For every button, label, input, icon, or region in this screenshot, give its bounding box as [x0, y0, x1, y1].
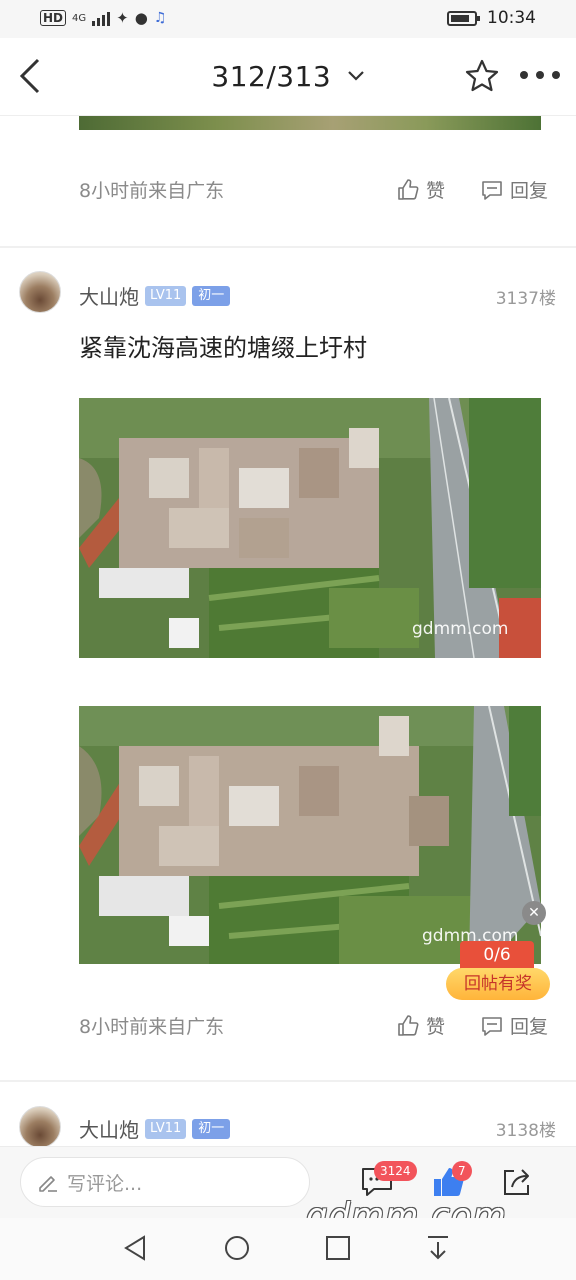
- alipay-icon: ✦: [116, 9, 129, 27]
- floor-number: 3137楼: [495, 289, 556, 309]
- like-label: 赞: [426, 180, 446, 202]
- like-label: 赞: [426, 1016, 446, 1038]
- level-badge: LV11: [145, 1118, 187, 1139]
- post-author[interactable]: 大山炮 LV11 初一: [79, 281, 231, 310]
- username: 大山炮: [79, 285, 139, 309]
- top-nav-bar: 312/313: [0, 38, 576, 116]
- avatar[interactable]: [19, 271, 61, 313]
- image-watermark: gdmm.com: [412, 619, 509, 639]
- avatar[interactable]: [19, 1106, 61, 1148]
- comment-count-badge: 3124: [374, 1161, 417, 1181]
- like-button[interactable]: 赞: [396, 176, 445, 203]
- close-icon[interactable]: ✕: [522, 901, 546, 925]
- system-nav-bar: [0, 1218, 576, 1280]
- reward-button[interactable]: 回帖有奖: [446, 968, 550, 1000]
- reply-label: 回复: [510, 180, 549, 202]
- nav-home-icon[interactable]: [221, 1232, 253, 1264]
- post-image[interactable]: gdmm.com: [79, 706, 541, 964]
- nav-back-icon[interactable]: [120, 1232, 152, 1264]
- divider: [0, 246, 576, 248]
- thumb-up-icon: [398, 178, 419, 200]
- nav-collapse-icon[interactable]: [422, 1232, 454, 1264]
- page-indicator-text: 312/313: [211, 60, 332, 93]
- message-icon: ●: [134, 9, 148, 27]
- more-icon[interactable]: [520, 68, 560, 82]
- clock: 10:34: [487, 8, 536, 28]
- reply-button[interactable]: 回复: [480, 176, 548, 203]
- nav-recents-icon[interactable]: [322, 1232, 354, 1264]
- status-bar: HD 4G ✦ ● ♫ 10:34: [0, 0, 576, 38]
- star-icon[interactable]: [464, 58, 500, 94]
- post-text: 紧靠沈海高速的塘缀上圩村: [79, 334, 367, 362]
- level-badge: LV11: [145, 285, 187, 306]
- like-count-badge: 7: [452, 1161, 472, 1181]
- comment-placeholder: 写评论...: [67, 1172, 143, 1195]
- chevron-down-icon: [347, 71, 364, 81]
- rank-badge: 初一: [192, 1118, 231, 1139]
- music-icon: ♫: [153, 10, 167, 26]
- hd-indicator: HD: [40, 10, 67, 26]
- post-image[interactable]: gdmm.com: [79, 398, 541, 658]
- status-left: HD 4G ✦ ● ♫: [40, 9, 166, 27]
- pencil-icon: [39, 1176, 57, 1192]
- post-meta: 8小时前来自广东: [79, 1016, 225, 1038]
- divider: [0, 1080, 576, 1082]
- username: 大山炮: [79, 1118, 139, 1142]
- network-type: 4G: [72, 12, 87, 24]
- post-meta: 8小时前来自广东: [79, 180, 225, 202]
- post-author[interactable]: 大山炮 LV11 初一: [79, 1114, 231, 1143]
- like-button[interactable]: 赞: [396, 1012, 445, 1039]
- thumb-up-icon: [398, 1014, 419, 1036]
- post-image-partial[interactable]: [79, 116, 541, 130]
- signal-icon: [92, 10, 111, 26]
- reward-counter: 0/6: [460, 941, 534, 969]
- floor-number: 3138楼: [495, 1121, 556, 1141]
- comment-input[interactable]: 写评论...: [20, 1157, 310, 1207]
- rank-badge: 初一: [192, 285, 231, 306]
- share-icon[interactable]: [500, 1165, 534, 1199]
- battery-icon: [447, 10, 480, 26]
- reply-icon: [482, 180, 502, 200]
- reply-label: 回复: [510, 1016, 549, 1038]
- reply-icon: [482, 1016, 502, 1036]
- reply-button[interactable]: 回复: [480, 1012, 548, 1039]
- status-right: 10:34: [447, 8, 536, 28]
